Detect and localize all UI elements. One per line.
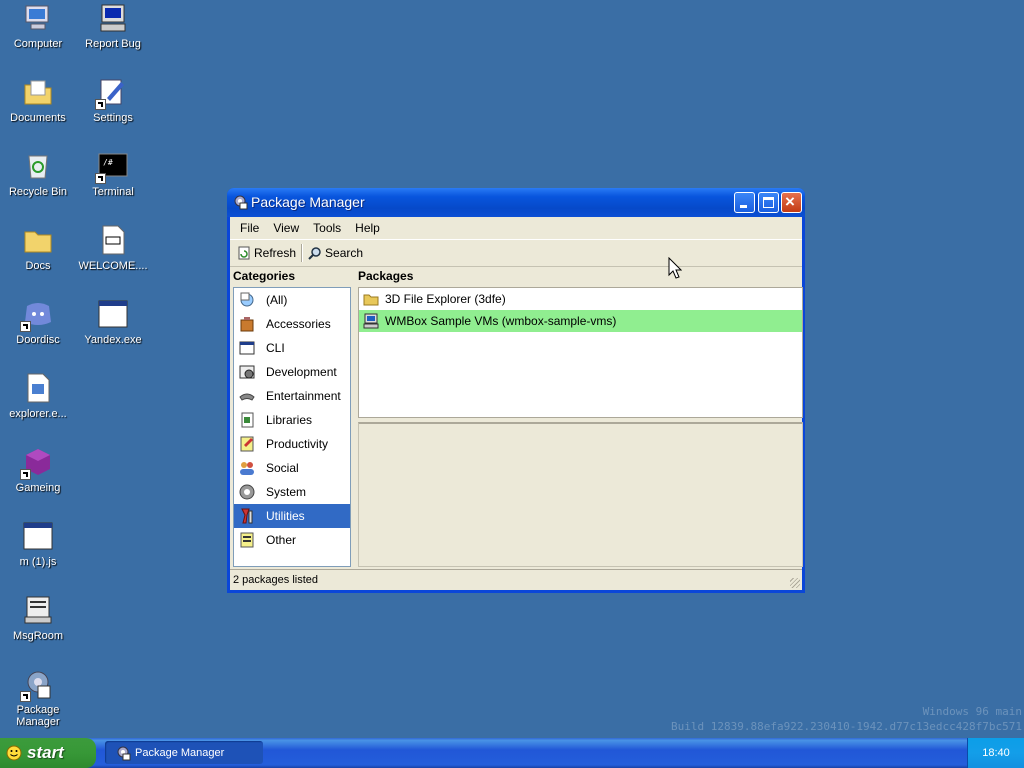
close-icon: × [785, 192, 795, 211]
desktop-icon-computer[interactable]: Computer [0, 2, 76, 50]
category-development[interactable]: Development [234, 360, 350, 384]
category-utilities[interactable]: Utilities [234, 504, 350, 528]
settings-icon [95, 76, 129, 110]
maximize-icon [763, 197, 774, 208]
build-watermark-line2: Build 12839.88efa922.230410-1942.d77c13e… [671, 720, 1022, 733]
category-cli[interactable]: CLI [234, 336, 350, 360]
package-item-3dfe[interactable]: 3D File Explorer (3dfe) [359, 288, 802, 310]
game-cube-icon [20, 446, 54, 480]
development-icon [239, 365, 255, 379]
markdown-file-icon [97, 224, 129, 256]
packages-header: Packages [358, 269, 414, 283]
categories-header: Categories [233, 269, 296, 283]
package-item-wmbox-sample-vms[interactable]: WMBox Sample VMs (wmbox-sample-vms) [359, 310, 802, 332]
terminal-icon: /# [95, 150, 129, 184]
refresh-button[interactable]: Refresh [234, 242, 299, 264]
statusbar: 2 packages listed [230, 569, 802, 590]
system-icon [239, 484, 255, 500]
category-productivity[interactable]: Productivity [234, 432, 350, 456]
refresh-icon [238, 246, 250, 260]
menu-tools[interactable]: Tools [306, 221, 348, 235]
window-app-icon [97, 298, 129, 330]
build-watermark-line1: Windows 96 main [922, 705, 1022, 718]
svg-text:/#: /# [103, 158, 113, 167]
category-accessories[interactable]: Accessories [234, 312, 350, 336]
minimize-button[interactable] [734, 192, 755, 213]
desktop-icon-docs[interactable]: Docs [0, 224, 76, 272]
desktop-icon-report-bug[interactable]: Report Bug [75, 2, 151, 50]
desktop-icon-m1js[interactable]: m (1).js [0, 520, 76, 568]
resize-grip[interactable] [790, 578, 800, 588]
taskbar-item-package-manager[interactable]: Package Manager [105, 741, 263, 764]
desktop-icon-recycle-bin[interactable]: Recycle Bin [0, 150, 76, 198]
desktop-icon-settings[interactable]: Settings [75, 76, 151, 124]
menu-view[interactable]: View [266, 221, 306, 235]
recycle-bin-icon [22, 150, 54, 182]
category-social[interactable]: Social [234, 456, 350, 480]
accessories-icon [240, 317, 254, 332]
category-all[interactable]: (All) [234, 288, 350, 312]
close-button[interactable]: × [781, 192, 802, 213]
desktop-icon-msgroom[interactable]: MsgRoom [0, 594, 76, 642]
libraries-icon [241, 412, 254, 428]
search-button[interactable]: Search [305, 242, 366, 264]
computer-icon [22, 2, 54, 34]
window-title: Package Manager [251, 194, 365, 210]
desktop-icon-doordisc[interactable]: Doordisc [0, 298, 76, 346]
menu-help[interactable]: Help [348, 221, 387, 235]
packages-list: 3D File Explorer (3dfe) WMBox Sample VMs… [358, 287, 803, 418]
mouse-cursor-icon [668, 257, 682, 279]
folder-icon [22, 224, 54, 256]
folder-icon [363, 294, 379, 306]
explorer-file-icon [22, 372, 54, 404]
toolbar-separator [301, 244, 304, 262]
search-icon [308, 247, 321, 260]
computer-icon [363, 313, 379, 329]
menubar: File View Tools Help [230, 217, 802, 239]
desktop-icon-yandex[interactable]: Yandex.exe [75, 298, 151, 346]
package-manager-icon [117, 746, 131, 760]
documents-folder-icon [22, 76, 54, 108]
package-manager-icon [234, 195, 248, 210]
msgroom-icon [22, 594, 54, 626]
smiley-icon [6, 745, 22, 761]
category-system[interactable]: System [234, 480, 350, 504]
minimize-icon [740, 205, 747, 208]
window-titlebar[interactable]: Package Manager × [227, 188, 805, 217]
desktop-icon-welcome[interactable]: WELCOME.... [75, 224, 151, 272]
cli-icon [239, 341, 255, 355]
package-manager-window: Package Manager × File View Tools Help R… [227, 188, 805, 593]
desktop-icon-terminal[interactable]: /# Terminal [75, 150, 151, 198]
report-bug-icon [97, 2, 129, 34]
productivity-icon [240, 436, 254, 452]
doordisc-icon [20, 298, 54, 332]
desktop-icon-gameing[interactable]: Gameing [0, 446, 76, 494]
other-icon [240, 532, 254, 548]
taskbar: start Package Manager 18:40 [0, 738, 1024, 768]
category-libraries[interactable]: Libraries [234, 408, 350, 432]
social-icon [240, 462, 254, 475]
desktop-icon-explorer[interactable]: explorer.e... [0, 372, 76, 420]
start-button[interactable]: start [0, 738, 96, 768]
system-tray: 18:40 [967, 738, 1024, 768]
categories-list: (All) Accessories CLI Development Entert… [233, 287, 351, 567]
window-client: File View Tools Help Refresh Search Cate… [230, 217, 803, 590]
status-text: 2 packages listed [233, 574, 318, 586]
entertainment-icon [239, 393, 255, 401]
desktop-icon-documents[interactable]: Documents [0, 76, 76, 124]
package-details-pane [358, 422, 803, 567]
desktop-icon-package-manager[interactable]: Package Manager [0, 668, 76, 728]
window-app-icon [22, 520, 54, 552]
category-entertainment[interactable]: Entertainment [234, 384, 350, 408]
category-other[interactable]: Other [234, 528, 350, 552]
package-manager-icon [20, 668, 54, 702]
menu-file[interactable]: File [233, 221, 266, 235]
utilities-icon [241, 508, 253, 524]
toolbar: Refresh Search [230, 239, 802, 267]
maximize-button[interactable] [758, 192, 779, 213]
clock[interactable]: 18:40 [982, 747, 1010, 759]
all-icon [240, 292, 254, 307]
